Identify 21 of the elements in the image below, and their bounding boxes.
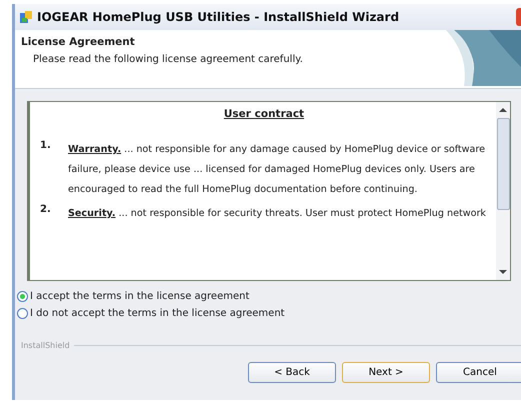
scrollbar[interactable] (496, 102, 510, 280)
page-title: License Agreement (21, 36, 136, 48)
wizard-button[interactable]: Cancel (436, 362, 521, 383)
item-number: 1. (40, 140, 52, 153)
wizard-button[interactable]: Next > (342, 362, 430, 383)
option-label[interactable]: I do not accept the terms in the license agreement (30, 308, 285, 319)
installer-icon (19, 10, 33, 24)
brand-label: InstallShield (21, 341, 70, 350)
scroll-up-icon[interactable] (499, 108, 507, 112)
radio-button[interactable] (17, 308, 28, 319)
radio-button[interactable] (17, 291, 28, 302)
wizard-button[interactable]: < Back (248, 362, 336, 383)
scroll-down-icon[interactable] (499, 270, 507, 274)
clause-text: Security. ... not responsible for security threats. User must protect HomePlug network (68, 207, 486, 221)
option-label[interactable]: I accept the terms in the license agreement (30, 291, 250, 302)
window-title: IOGEAR HomePlug USB Utilities - InstallShield Wizard (37, 10, 400, 24)
scroll-thumb[interactable] (496, 118, 510, 210)
item-number: 2. (40, 204, 52, 217)
document-heading: User contract (222, 108, 306, 120)
page-subtitle: Please read the following license agreement carefully. (33, 54, 303, 65)
clause-text: Warranty. ... not responsible for any damage caused by HomePlug device or software failure, please device use ... licensed for damaged HomePlug devices only. Users are encouraged to read the full HomePlug documentation before continuing. (68, 143, 486, 197)
